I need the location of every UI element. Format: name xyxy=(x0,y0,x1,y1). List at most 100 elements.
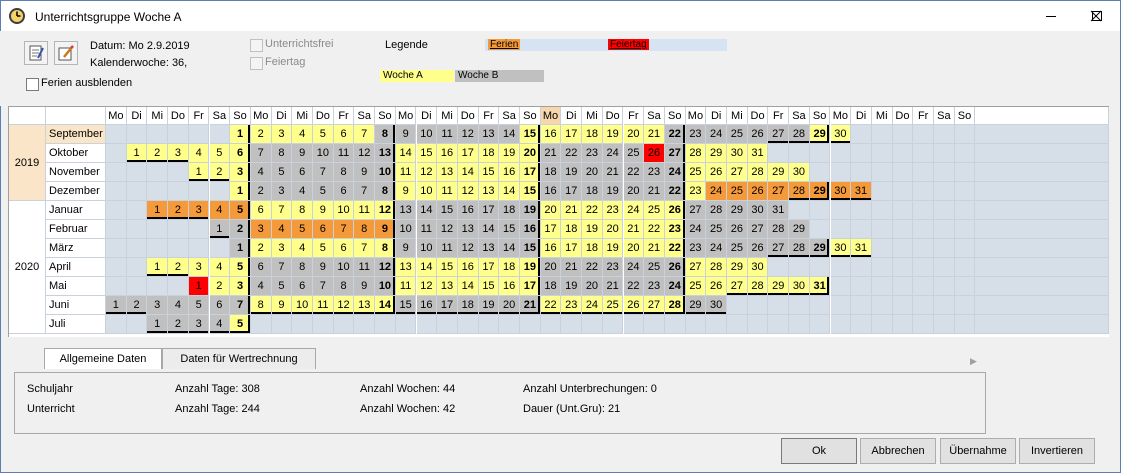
day-cell[interactable]: 7 xyxy=(250,144,272,163)
day-cell[interactable]: 25 xyxy=(623,144,645,163)
day-cell[interactable]: 25 xyxy=(706,220,727,239)
day-cell[interactable]: 24 xyxy=(582,296,603,315)
day-cell[interactable]: 19 xyxy=(602,239,624,258)
day-cell[interactable]: 13 xyxy=(478,182,500,201)
cancel-button[interactable]: Abbrechen xyxy=(860,438,936,464)
day-cell[interactable]: 21 xyxy=(602,277,624,296)
day-cell[interactable]: 3 xyxy=(188,201,210,220)
day-cell[interactable]: 29 xyxy=(809,182,831,201)
day-cell[interactable]: 25 xyxy=(685,163,707,182)
day-cell[interactable]: 23 xyxy=(664,220,686,239)
day-cell[interactable]: 22 xyxy=(664,182,686,201)
day-cell[interactable]: 20 xyxy=(540,201,562,220)
day-cell[interactable]: 9 xyxy=(395,239,417,258)
day-cell[interactable]: 1 xyxy=(147,315,169,334)
day-cell[interactable]: 30 xyxy=(727,144,748,163)
day-cell[interactable]: 9 xyxy=(395,182,417,201)
day-cell[interactable]: 5 xyxy=(313,239,334,258)
day-cell[interactable]: 6 xyxy=(292,277,313,296)
day-cell[interactable]: 13 xyxy=(478,125,500,144)
day-cell[interactable]: 28 xyxy=(768,220,790,239)
day-cell[interactable]: 8 xyxy=(333,163,355,182)
day-cell[interactable]: 25 xyxy=(602,296,624,315)
day-cell[interactable]: 12 xyxy=(416,277,438,296)
day-cell[interactable]: 26 xyxy=(727,220,748,239)
day-cell[interactable]: 17 xyxy=(478,201,500,220)
day-cell[interactable]: 11 xyxy=(437,239,458,258)
day-cell[interactable]: 11 xyxy=(354,258,376,277)
day-cell[interactable]: 21 xyxy=(520,296,541,315)
day-cell[interactable]: 20 xyxy=(540,258,562,277)
day-cell[interactable]: 27 xyxy=(747,220,769,239)
day-cell[interactable]: 6 xyxy=(313,220,334,239)
day-cell[interactable]: 12 xyxy=(416,163,438,182)
day-cell[interactable]: 29 xyxy=(727,258,748,277)
day-cell[interactable]: 3 xyxy=(188,315,210,334)
day-cell[interactable]: 13 xyxy=(395,201,417,220)
day-cell[interactable]: 8 xyxy=(375,125,396,144)
day-cell[interactable]: 11 xyxy=(354,201,376,220)
day-cell[interactable]: 18 xyxy=(499,201,520,220)
edit-dates-button[interactable] xyxy=(54,41,78,65)
day-cell[interactable]: 27 xyxy=(768,239,790,258)
day-cell[interactable]: 15 xyxy=(478,163,500,182)
day-cell[interactable]: 7 xyxy=(271,258,293,277)
day-cell[interactable]: 16 xyxy=(437,144,458,163)
day-cell[interactable]: 22 xyxy=(623,277,645,296)
day-cell[interactable]: 15 xyxy=(437,201,458,220)
day-cell[interactable]: 15 xyxy=(520,239,541,258)
day-cell[interactable]: 26 xyxy=(644,144,665,163)
day-cell[interactable]: 15 xyxy=(416,144,438,163)
day-cell[interactable]: 14 xyxy=(375,296,396,315)
day-cell[interactable]: 9 xyxy=(395,125,417,144)
day-cell[interactable]: 8 xyxy=(375,182,396,201)
day-cell[interactable]: 5 xyxy=(209,144,231,163)
day-cell[interactable]: 3 xyxy=(230,163,251,182)
day-cell[interactable]: 28 xyxy=(706,201,727,220)
day-cell[interactable]: 17 xyxy=(478,258,500,277)
day-cell[interactable]: 1 xyxy=(230,125,251,144)
day-cell[interactable]: 12 xyxy=(437,220,458,239)
day-cell[interactable]: 21 xyxy=(561,258,583,277)
day-cell[interactable]: 10 xyxy=(416,125,438,144)
day-cell[interactable]: 25 xyxy=(644,258,665,277)
day-cell[interactable]: 12 xyxy=(457,125,479,144)
day-cell[interactable]: 1 xyxy=(230,239,251,258)
day-cell[interactable]: 21 xyxy=(561,201,583,220)
day-cell[interactable]: 4 xyxy=(209,201,231,220)
day-cell[interactable]: 7 xyxy=(354,182,376,201)
day-cell[interactable]: 27 xyxy=(727,163,748,182)
day-cell[interactable]: 4 xyxy=(209,258,231,277)
day-cell[interactable]: 27 xyxy=(664,144,686,163)
day-cell[interactable]: 11 xyxy=(313,296,334,315)
day-cell[interactable]: 20 xyxy=(623,125,645,144)
day-cell[interactable]: 19 xyxy=(602,125,624,144)
day-cell[interactable]: 18 xyxy=(540,277,562,296)
day-cell[interactable]: 18 xyxy=(582,182,603,201)
day-cell[interactable]: 21 xyxy=(644,182,665,201)
day-cell[interactable]: 16 xyxy=(540,239,562,258)
day-cell[interactable]: 17 xyxy=(520,163,541,182)
day-cell[interactable]: 4 xyxy=(209,315,231,334)
day-cell[interactable]: 16 xyxy=(520,220,541,239)
day-cell[interactable]: 19 xyxy=(499,144,520,163)
day-cell[interactable]: 23 xyxy=(685,125,707,144)
day-cell[interactable]: 11 xyxy=(333,144,355,163)
day-cell[interactable]: 1 xyxy=(188,277,210,296)
day-cell[interactable]: 28 xyxy=(664,296,686,315)
day-cell[interactable]: 12 xyxy=(457,182,479,201)
day-cell[interactable]: 30 xyxy=(747,258,769,277)
day-cell[interactable]: 19 xyxy=(582,220,603,239)
day-cell[interactable]: 29 xyxy=(685,296,707,315)
day-cell[interactable]: 31 xyxy=(768,201,790,220)
day-cell[interactable]: 12 xyxy=(375,258,396,277)
day-cell[interactable]: 10 xyxy=(375,277,396,296)
day-cell[interactable]: 22 xyxy=(664,239,686,258)
day-cell[interactable]: 22 xyxy=(582,201,603,220)
day-cell[interactable]: 14 xyxy=(457,163,479,182)
day-cell[interactable]: 14 xyxy=(416,201,438,220)
day-cell[interactable]: 5 xyxy=(230,201,251,220)
day-cell[interactable]: 22 xyxy=(540,296,562,315)
day-cell[interactable]: 13 xyxy=(457,220,479,239)
day-cell[interactable]: 28 xyxy=(789,239,810,258)
